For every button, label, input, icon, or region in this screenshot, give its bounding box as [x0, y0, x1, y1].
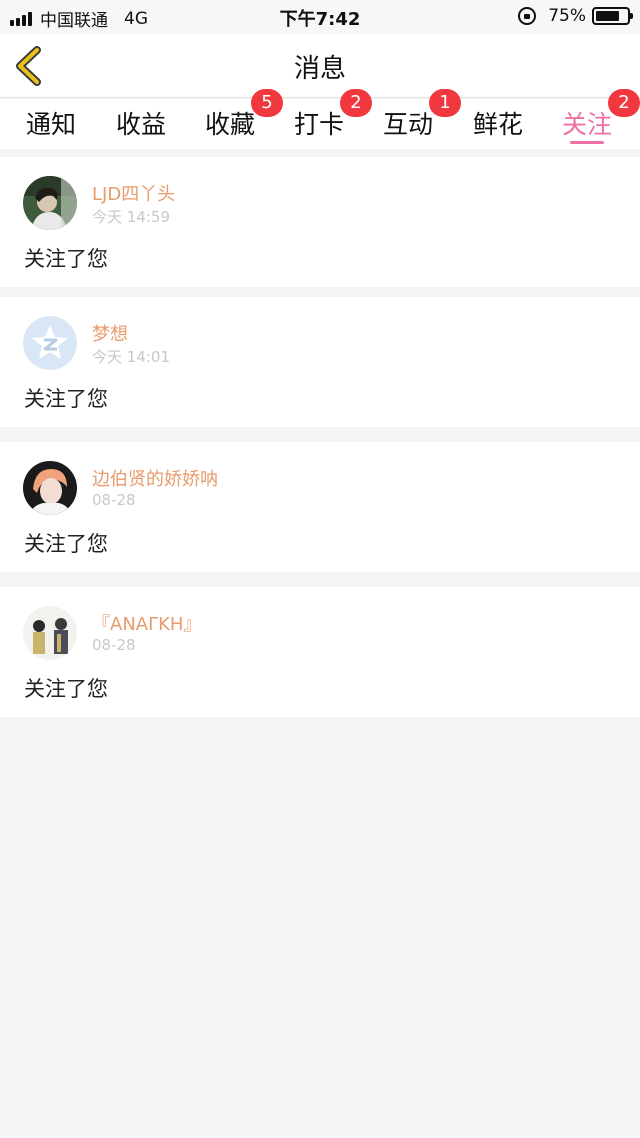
tab-label: 收藏 [205, 110, 256, 139]
notification-text: 关注了您 [24, 387, 108, 411]
follow-notification[interactable]: 边伯贤的娇娇呐 08-28 关注了您 [0, 442, 640, 572]
follow-notification[interactable]: 梦想 今天 14:01 关注了您 [0, 297, 640, 427]
tab-bar: 通知 收益 收藏 5 打卡 2 互动 1 鲜花 关注 2 [0, 89, 640, 149]
notification-text: 关注了您 [24, 677, 108, 701]
status-right: 75% [518, 6, 633, 26]
battery-fill [596, 11, 619, 21]
nav-header: 消息 [0, 34, 640, 98]
follow-notification[interactable]: 『ΑΝΑΓΚΗ』 08-28 关注了您 [0, 587, 640, 717]
username-link[interactable]: 梦想 [92, 320, 128, 346]
avatar[interactable] [23, 461, 77, 515]
notification-time: 今天 14:59 [92, 208, 170, 226]
battery-percent: 75% [548, 6, 586, 26]
username-link[interactable]: 边伯贤的娇娇呐 [92, 465, 218, 491]
avatar[interactable] [23, 606, 77, 660]
username-link[interactable]: LJD四丫头 [92, 180, 175, 206]
username-link[interactable]: 『ΑΝΑΓΚΗ』 [92, 610, 201, 636]
active-tab-indicator [570, 141, 604, 144]
tab-badge: 2 [340, 89, 372, 117]
rotation-lock-icon [518, 7, 537, 25]
tab-label: 通知 [26, 110, 77, 139]
tab-badge: 5 [251, 89, 283, 117]
tab-label: 打卡 [294, 110, 345, 139]
tab-label: 关注 [562, 110, 613, 139]
tab-label: 鲜花 [473, 110, 524, 139]
notification-text: 关注了您 [24, 247, 108, 271]
notification-time: 08-28 [92, 491, 136, 509]
notification-time: 08-28 [92, 636, 136, 654]
status-bar: 中国联通 4G 下午7:42 75% [0, 0, 640, 34]
tab-badge: 2 [608, 89, 640, 117]
tab-label: 互动 [383, 110, 434, 139]
avatar[interactable] [23, 176, 77, 230]
battery-icon [592, 7, 633, 25]
notification-text: 关注了您 [24, 532, 108, 556]
tab-badge: 1 [429, 89, 461, 117]
avatar[interactable] [23, 316, 77, 370]
follow-notification[interactable]: LJD四丫头 今天 14:59 关注了您 [0, 157, 640, 287]
tab-label: 收益 [116, 110, 167, 139]
notification-time: 今天 14:01 [92, 348, 170, 366]
page-title: 消息 [293, 54, 346, 84]
